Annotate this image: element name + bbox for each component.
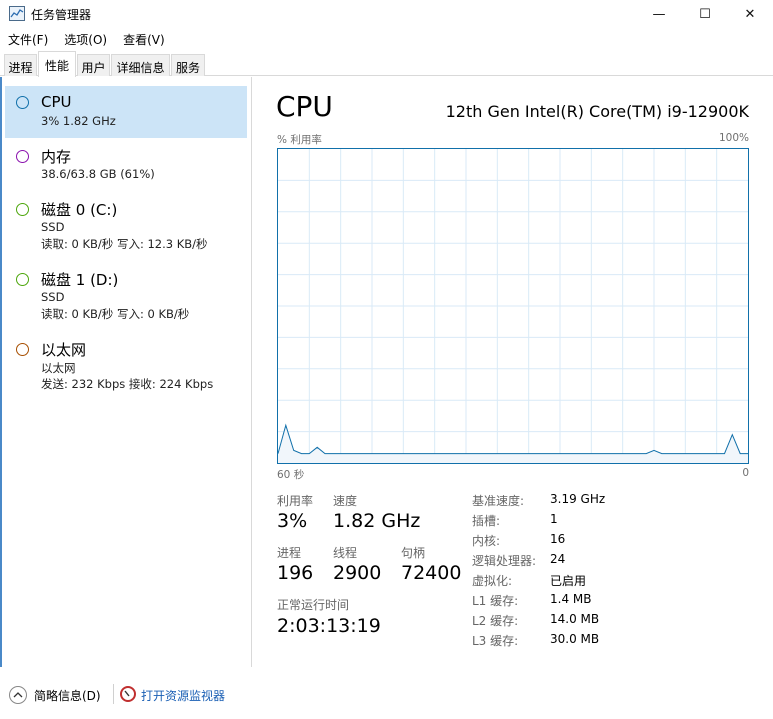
uptime-value: 2:03:13:19 (277, 615, 381, 637)
speed-label: 速度 (333, 494, 358, 508)
spec-key: 内核: (472, 534, 501, 548)
resource-title: 磁盘 1 (D:) (41, 271, 119, 289)
handles-label: 句柄 (401, 546, 426, 560)
tab-performance[interactable]: 性能 (38, 51, 76, 77)
resource-detail: 读取: 0 KB/秒 写入: 12.3 KB/秒 (41, 237, 208, 251)
chevron-up-icon[interactable] (9, 686, 27, 704)
cpu-indicator-icon (16, 96, 29, 109)
graph-xmax-label: 0 (742, 467, 749, 479)
divider (113, 684, 114, 704)
bottom-bar: 简略信息(D) 打开资源监视器 (0, 672, 773, 719)
graph-ylabel: % 利用率 (277, 134, 322, 146)
menu-file[interactable]: 文件(F) (0, 28, 56, 48)
utilization-label: 利用率 (277, 494, 314, 508)
spec-value: 1.4 MB (550, 592, 592, 606)
disk-indicator-icon (16, 273, 29, 286)
cpu-usage-area (278, 425, 748, 463)
tab-processes[interactable]: 进程 (4, 54, 37, 76)
resource-detail: SSD (41, 220, 65, 234)
resource-monitor-icon[interactable] (120, 686, 136, 702)
resource-disk-1[interactable]: 磁盘 1 (D:) SSD 读取: 0 KB/秒 写入: 0 KB/秒 (5, 264, 247, 332)
resource-cpu[interactable]: CPU 3% 1.82 GHz (5, 86, 247, 138)
disk-indicator-icon (16, 203, 29, 216)
resource-title: 磁盘 0 (C:) (41, 201, 118, 219)
spec-key: 逻辑处理器: (472, 554, 537, 568)
fewer-details-button[interactable]: 简略信息(D) (34, 687, 101, 704)
resource-disk-0[interactable]: 磁盘 0 (C:) SSD 读取: 0 KB/秒 写入: 12.3 KB/秒 (5, 194, 247, 262)
handles-value: 72400 (401, 562, 462, 584)
minimize-button[interactable]: — (636, 0, 682, 28)
speed-value: 1.82 GHz (333, 510, 421, 532)
resource-title: CPU (41, 93, 72, 111)
resource-detail: 以太网 (41, 361, 76, 375)
spec-value: 1 (550, 512, 558, 526)
cpu-utilization-graph (277, 148, 749, 464)
menu-options[interactable]: 选项(O) (56, 28, 115, 48)
open-resource-monitor-link[interactable]: 打开资源监视器 (141, 687, 225, 704)
spec-key: 虚拟化: (472, 574, 513, 588)
threads-label: 线程 (333, 546, 358, 560)
resource-memory[interactable]: 内存 38.6/63.8 GB (61%) (5, 140, 247, 192)
spec-key: L1 缓存: (472, 594, 519, 608)
memory-indicator-icon (16, 150, 29, 163)
spec-value: 24 (550, 552, 566, 566)
resource-detail: SSD (41, 290, 65, 304)
maximize-button[interactable]: ☐ (682, 0, 728, 28)
resource-title: 内存 (41, 148, 72, 166)
window-title: 任务管理器 (31, 8, 92, 22)
title-bar[interactable]: 任务管理器 — ☐ ✕ (0, 0, 773, 28)
spec-key: L2 缓存: (472, 614, 519, 628)
spec-key: 基准速度: (472, 494, 525, 508)
close-button[interactable]: ✕ (727, 0, 773, 28)
processes-label: 进程 (277, 546, 302, 560)
graph-xmin-label: 60 秒 (277, 469, 305, 481)
resource-detail: 38.6/63.8 GB (61%) (41, 167, 155, 181)
task-manager-icon (9, 6, 25, 21)
uptime-label: 正常运行时间 (277, 598, 350, 612)
tab-users[interactable]: 用户 (77, 54, 110, 76)
spec-value: 3.19 GHz (550, 492, 606, 506)
spec-key: L3 缓存: (472, 634, 519, 648)
cpu-usage-line (277, 423, 748, 455)
cpu-model: 12th Gen Intel(R) Core(TM) i9-12900K (445, 102, 749, 121)
tab-details[interactable]: 详细信息 (111, 54, 170, 76)
tab-bar: 进程 性能 用户 详细信息 服务 (0, 51, 773, 77)
resource-detail: 读取: 0 KB/秒 写入: 0 KB/秒 (41, 307, 190, 321)
ethernet-indicator-icon (16, 343, 29, 356)
tab-services[interactable]: 服务 (171, 54, 205, 76)
panel-edge (0, 77, 2, 667)
spec-value: 已启用 (550, 574, 587, 588)
menu-view[interactable]: 查看(V) (115, 28, 173, 48)
detail-title: CPU (276, 90, 333, 123)
resource-detail: 发送: 232 Kbps 接收: 224 Kbps (41, 377, 214, 391)
resource-ethernet[interactable]: 以太网 以太网 发送: 232 Kbps 接收: 224 Kbps (5, 334, 247, 402)
spec-key: 插槽: (472, 514, 501, 528)
cpu-graph-svg (277, 149, 748, 463)
resource-detail: 3% 1.82 GHz (41, 114, 116, 128)
menu-bar: 文件(F) 选项(O) 查看(V) (0, 28, 173, 48)
threads-value: 2900 (333, 562, 382, 584)
processes-value: 196 (277, 562, 314, 584)
spec-value: 14.0 MB (550, 612, 600, 626)
spec-value: 16 (550, 532, 566, 546)
utilization-value: 3% (277, 510, 308, 532)
graph-ymax: 100% (718, 132, 749, 144)
spec-value: 30.0 MB (550, 632, 600, 646)
resource-title: 以太网 (41, 341, 87, 359)
